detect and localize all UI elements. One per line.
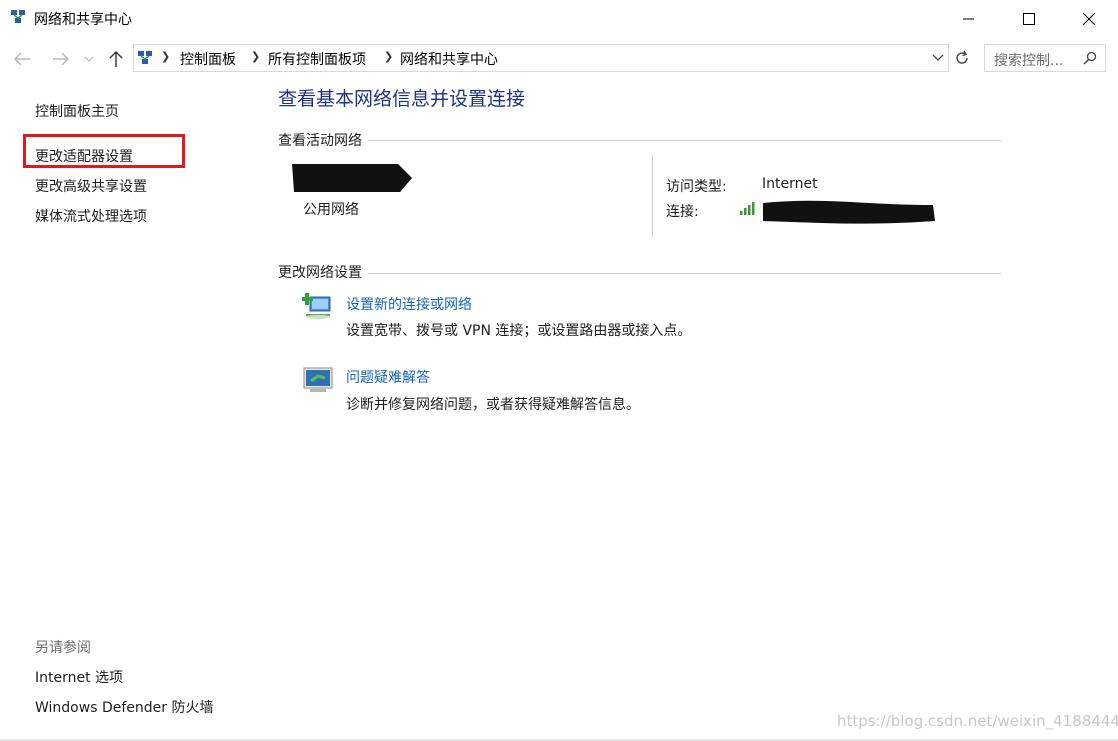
arrow-left-icon	[14, 52, 30, 66]
section-divider	[278, 140, 1001, 141]
setup-connection-link[interactable]: 设置新的连接或网络	[346, 294, 472, 314]
search-icon[interactable]	[1083, 51, 1097, 65]
up-button[interactable]	[104, 48, 128, 70]
address-bar[interactable]: ❯ 控制面板 ❯ 所有控制面板项 ❯ 网络和共享中心	[133, 44, 949, 72]
breadcrumb-control-panel[interactable]: 控制面板	[180, 49, 236, 69]
recent-locations-button[interactable]	[82, 48, 96, 70]
breadcrumb-network-center[interactable]: 网络和共享中心	[400, 49, 498, 69]
refresh-icon	[956, 50, 968, 64]
redacted-network-name	[292, 164, 412, 192]
window-title: 网络和共享中心	[34, 12, 132, 28]
arrow-right-icon	[53, 52, 69, 66]
breadcrumb-all-items[interactable]: 所有控制面板项	[268, 49, 366, 69]
network-center-icon	[11, 10, 25, 23]
chevron-right-icon[interactable]: ❯	[384, 50, 393, 63]
chevron-down-icon	[84, 56, 94, 62]
change-settings-heading: 更改网络设置	[278, 262, 368, 282]
sidebar-link-media-streaming[interactable]: 媒体流式处理选项	[35, 206, 147, 226]
sidebar-link-control-panel-home[interactable]: 控制面板主页	[35, 101, 119, 121]
forward-button[interactable]	[49, 48, 73, 70]
sidebar-link-adapter-settings[interactable]: 更改适配器设置	[35, 146, 133, 166]
troubleshoot-description: 诊断并修复网络问题，或者获得疑难解答信息。	[346, 397, 640, 413]
connection-label: 连接:	[666, 204, 699, 220]
control-panel-icon	[138, 51, 152, 64]
access-type-label: 访问类型:	[666, 179, 727, 195]
refresh-button[interactable]	[952, 46, 972, 70]
close-icon	[1083, 13, 1095, 25]
see-also-heading: 另请参阅	[35, 640, 91, 656]
see-also-internet-options[interactable]: Internet 选项	[35, 667, 123, 687]
wifi-signal-icon	[740, 202, 755, 215]
search-box[interactable]: 搜索控制...	[984, 44, 1106, 72]
minimize-icon	[963, 18, 974, 20]
watermark-text: https://blog.csdn.net/weixin_41884446	[837, 712, 1118, 730]
sidebar-link-advanced-sharing[interactable]: 更改高级共享设置	[35, 176, 147, 196]
new-connection-icon	[302, 293, 331, 319]
network-type: 公用网络	[303, 202, 359, 218]
access-type-value: Internet	[762, 176, 818, 192]
redacted-connection-name[interactable]	[761, 197, 937, 227]
chevron-right-icon[interactable]: ❯	[161, 50, 170, 63]
setup-connection-description: 设置宽带、拨号或 VPN 连接；或设置路由器或接入点。	[346, 323, 692, 339]
maximize-icon	[1023, 13, 1035, 25]
troubleshoot-link[interactable]: 问题疑难解答	[346, 367, 430, 387]
back-button[interactable]	[10, 48, 34, 70]
search-input[interactable]: 搜索控制...	[994, 50, 1063, 70]
title-bar: 网络和共享中心	[0, 0, 1118, 38]
active-networks-heading: 查看活动网络	[278, 130, 368, 150]
chevron-right-icon[interactable]: ❯	[251, 50, 260, 63]
close-button[interactable]	[1066, 0, 1112, 38]
maximize-button[interactable]	[1006, 0, 1052, 38]
see-also-defender-firewall[interactable]: Windows Defender 防火墙	[35, 697, 213, 717]
section-divider	[278, 273, 1001, 274]
arrow-up-icon	[109, 51, 123, 67]
minimize-button[interactable]	[946, 0, 992, 38]
troubleshoot-icon	[303, 367, 333, 392]
vertical-divider	[652, 155, 653, 237]
chevron-down-icon[interactable]	[932, 50, 944, 67]
page-title: 查看基本网络信息并设置连接	[278, 88, 526, 110]
